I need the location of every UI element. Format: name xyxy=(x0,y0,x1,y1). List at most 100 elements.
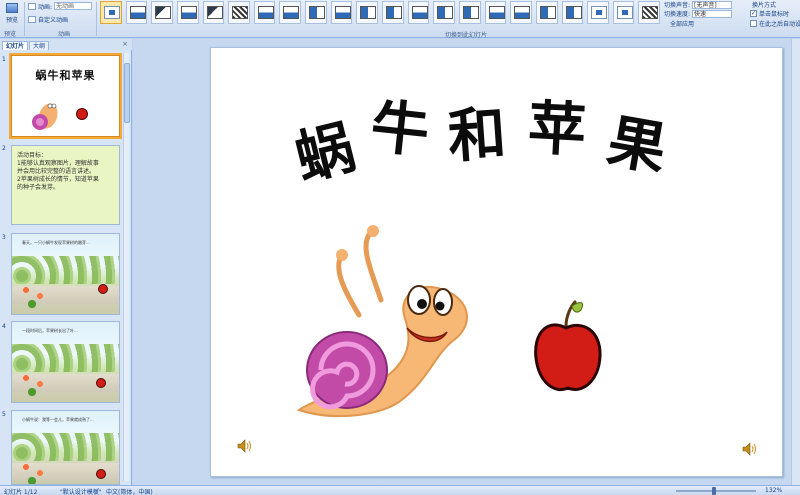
advance-header: 换片方式 xyxy=(752,0,776,9)
zoom-level[interactable]: 132% xyxy=(765,487,782,494)
apple-illustration[interactable] xyxy=(533,298,603,398)
thumb-title: 蜗牛和苹果 xyxy=(35,69,96,82)
transition-thumbnail-icon xyxy=(360,6,377,19)
slide-number: 4 xyxy=(2,323,6,330)
transition-thumbnail-icon xyxy=(104,6,120,19)
transition-thumbnail-icon xyxy=(257,6,274,19)
transition-thumbnail-icon xyxy=(180,6,197,19)
language-label: 中文(简体，中国) xyxy=(106,489,153,495)
spellcheck-icon[interactable]: ✓ xyxy=(95,487,100,494)
slide-thumbnail-5[interactable]: 小蜗牛说：我等一会儿，苹果就成熟了... xyxy=(11,410,120,485)
scroll-thumb[interactable] xyxy=(124,63,130,123)
title-char: 牛 xyxy=(367,92,433,166)
panel-tabs: 幻灯片 大纲 xyxy=(0,39,132,50)
on-click-checkbox[interactable]: ✓ 单击鼠标时 xyxy=(750,9,789,18)
sound-icon[interactable] xyxy=(237,439,253,453)
transition-diamond[interactable] xyxy=(638,1,661,24)
transition-wipe-up[interactable] xyxy=(330,1,353,24)
transition-wipe-left[interactable] xyxy=(279,1,302,24)
transition-cover-right[interactable] xyxy=(561,1,584,24)
transition-wipe-down[interactable] xyxy=(253,1,276,24)
transition-thumbnail-icon xyxy=(411,6,428,19)
animation-icon xyxy=(28,2,36,10)
tab-slides[interactable]: 幻灯片 xyxy=(2,41,29,50)
transition-thumbnail-icon xyxy=(642,6,659,19)
thumb-caption: 小蜗牛说：我等一会儿，苹果就成熟了... xyxy=(22,417,94,422)
transition-wipe-right[interactable] xyxy=(305,1,327,24)
animation-dropdown[interactable]: 动画: 无动画 xyxy=(28,1,93,11)
transition-split-vertical[interactable] xyxy=(382,1,404,24)
thumb-line: 1能够认真观察图片，理解故事 xyxy=(17,160,99,167)
slide-counter: 幻灯片 1/12 xyxy=(4,489,38,495)
transition-reveal-left[interactable] xyxy=(433,1,455,24)
apple-icon xyxy=(76,108,88,120)
transition-dissolve[interactable] xyxy=(228,1,250,24)
snail-illustration[interactable] xyxy=(289,220,479,425)
transition-cover-down[interactable] xyxy=(510,1,532,24)
slide-thumbnail-1[interactable]: 蜗牛和苹果 xyxy=(9,53,122,139)
transition-cover-left[interactable] xyxy=(535,1,558,24)
preview-label: 预览 xyxy=(5,17,18,24)
transition-reveal-up[interactable] xyxy=(484,1,507,24)
trees xyxy=(12,344,119,372)
transition-split[interactable] xyxy=(356,1,379,24)
divider xyxy=(96,2,97,36)
animation-select[interactable]: 无动画 xyxy=(54,2,93,10)
checkbox-box xyxy=(750,20,757,27)
custom-animation-icon xyxy=(28,15,36,23)
transition-thumbnail-icon xyxy=(206,6,223,19)
auto-advance-checkbox[interactable]: 在此之后自动设置 xyxy=(750,19,800,28)
snail-icon xyxy=(32,103,58,130)
transition-sound-select[interactable]: [无声音] xyxy=(692,0,733,9)
title-char: 和 xyxy=(445,99,509,171)
transition-reveal-down[interactable] xyxy=(407,1,430,24)
transition-thumbnail-icon xyxy=(616,6,633,19)
transition-cut[interactable] xyxy=(176,1,199,24)
slide-thumbnail-4[interactable]: 一段时间后，苹果树长出了叶... xyxy=(11,321,120,403)
panel-scrollbar[interactable] xyxy=(123,53,130,481)
transition-speed-select[interactable]: 快速 xyxy=(692,9,733,18)
transition-speed-row: 切换速度: 快速 xyxy=(664,9,733,18)
transition-thumbnail-icon xyxy=(309,6,326,19)
transition-fade-smooth[interactable] xyxy=(125,1,148,24)
slide-number: 1 xyxy=(2,56,6,63)
custom-animation-button[interactable]: 自定义动画 xyxy=(28,14,68,24)
editor-scrollbar[interactable] xyxy=(791,39,800,485)
apple-icon xyxy=(96,469,106,479)
close-icon[interactable]: × xyxy=(122,40,128,48)
on-click-label: 单击鼠标时 xyxy=(759,11,790,18)
apply-all-button[interactable]: 全部应用 xyxy=(670,19,694,28)
transition-box-in[interactable] xyxy=(587,1,609,24)
transition-sound-row: 切换声音: [无声音] xyxy=(664,0,733,9)
transition-options: 切换声音: [无声音] 切换速度: 快速 全部应用 换片方式 ✓ 单击鼠标时 在… xyxy=(664,0,800,28)
thumb-line: 并会用比较完整的语言讲述。 xyxy=(17,168,96,175)
transition-cut-black[interactable] xyxy=(202,1,225,24)
scene-image: 小蜗牛说：我等一会儿，苹果就成熟了... xyxy=(12,411,119,484)
group-label-transition: 切换到此幻灯片 xyxy=(445,32,488,39)
transition-reveal-right[interactable] xyxy=(458,1,481,24)
slide-canvas[interactable]: 蜗 牛 和 苹 果 xyxy=(210,47,783,477)
zoom-slider[interactable] xyxy=(676,490,756,492)
thumb-line: 2苹果树成长的情节，知道苹果 xyxy=(17,176,99,183)
transition-thumbnail-icon xyxy=(334,6,351,19)
slide-editor: 蜗 牛 和 苹 果 xyxy=(133,39,800,485)
transition-none[interactable] xyxy=(100,1,122,24)
zoom-slider-knob[interactable] xyxy=(712,487,716,495)
tab-outline[interactable]: 大纲 xyxy=(29,41,50,50)
slide-title[interactable]: 蜗 牛 和 苹 果 xyxy=(289,92,686,193)
transition-box-out[interactable] xyxy=(612,1,635,24)
transition-sound-label: 切换声音: xyxy=(664,2,691,9)
title-char: 果 xyxy=(602,106,672,184)
title-char: 蜗 xyxy=(288,112,362,194)
transition-fade-black[interactable] xyxy=(151,1,173,24)
status-bar: 幻灯片 1/12 "默认设计模板" ✓ 中文(简体，中国) 132% xyxy=(0,485,800,495)
preview-button[interactable]: 预览 xyxy=(3,1,21,28)
slide-thumbnail-3[interactable]: 春天，一只小蜗牛发现苹果树的嫩芽... xyxy=(11,233,120,315)
transition-thumbnail-icon xyxy=(462,6,479,19)
check-icon: ✓ xyxy=(750,10,757,17)
sound-icon[interactable] xyxy=(742,442,758,456)
slides-panel: 幻灯片 大纲 × 1 蜗牛和苹果 2 活动目标： 1能够认真观察图片，理解故事 … xyxy=(0,39,132,485)
trees xyxy=(12,433,119,461)
slide-thumbnail-2[interactable]: 活动目标： 1能够认真观察图片，理解故事 并会用比较完整的语言讲述。 2苹果树成… xyxy=(11,145,120,225)
transition-thumbnail-icon xyxy=(591,6,608,19)
